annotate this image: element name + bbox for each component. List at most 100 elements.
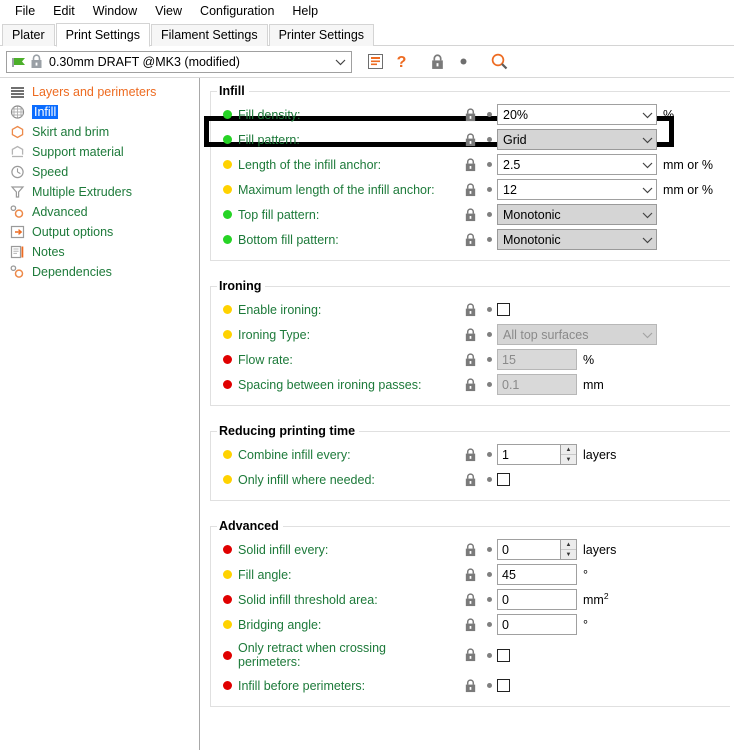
lock-icon[interactable] [459, 542, 481, 557]
system-value-dot-icon[interactable] [481, 452, 497, 457]
spinner-down-icon[interactable]: ▼ [561, 455, 576, 464]
ironing-type-combobox[interactable]: All top surfaces [497, 324, 657, 345]
sidebar-item-notes[interactable]: Notes [0, 242, 199, 262]
menu-item-view[interactable]: View [146, 2, 191, 20]
lock-icon[interactable] [459, 107, 481, 122]
fill-density-combobox[interactable]: 20% [497, 104, 657, 125]
sidebar-item-support-material[interactable]: Support material [0, 142, 199, 162]
combine-infill-every-spinner[interactable]: 1 ▲ ▼ [497, 444, 577, 465]
lock-icon[interactable] [459, 182, 481, 197]
system-value-dot-icon[interactable] [481, 683, 497, 688]
save-preset-icon[interactable] [362, 50, 388, 74]
control-cell: 0 mm2 [497, 589, 609, 610]
system-value-dot-icon[interactable] [481, 137, 497, 142]
lock-icon[interactable] [459, 648, 481, 662]
system-value-dot-icon[interactable] [481, 162, 497, 167]
sidebar-item-layers-and-perimeters[interactable]: Layers and perimeters [0, 82, 199, 102]
system-value-dot-icon[interactable] [481, 112, 497, 117]
system-value-dot-icon[interactable] [481, 307, 497, 312]
lock-compare-icon[interactable] [424, 50, 450, 74]
green-flag-icon [11, 55, 27, 69]
lock-icon[interactable] [459, 232, 481, 247]
lock-icon[interactable] [459, 327, 481, 342]
lock-icon[interactable] [459, 207, 481, 222]
sidebar-item-dependencies[interactable]: Dependencies [0, 262, 199, 282]
top-fill-pattern-combobox[interactable]: Monotonic [497, 204, 657, 225]
system-value-dot-icon[interactable] [481, 652, 497, 658]
system-value-dot-icon[interactable] [481, 622, 497, 627]
tab-print-settings[interactable]: Print Settings [55, 23, 150, 47]
lock-icon[interactable] [459, 302, 481, 317]
lock-icon[interactable] [459, 567, 481, 582]
tab-plater[interactable]: Plater [2, 24, 55, 46]
sidebar-item-speed[interactable]: Speed [0, 162, 199, 182]
only-infill-where-needed-checkbox[interactable] [497, 473, 510, 486]
lock-icon[interactable] [459, 132, 481, 147]
lock-icon[interactable] [459, 472, 481, 487]
max-infill-anchor-length-combobox[interactable]: 12 [497, 179, 657, 200]
system-value-dot-icon[interactable] [481, 572, 497, 577]
system-value-dot-icon[interactable] [481, 212, 497, 217]
spinner-up-icon[interactable]: ▲ [561, 540, 576, 550]
preset-combobox[interactable]: 0.30mm DRAFT @MK3 (modified) [6, 50, 352, 73]
system-value-dot-icon[interactable] [481, 597, 497, 602]
lock-icon[interactable] [459, 592, 481, 607]
system-value-dot-icon[interactable] [481, 477, 497, 482]
lock-icon[interactable] [459, 377, 481, 392]
status-bullet-red [223, 355, 232, 364]
system-value-dot-icon[interactable] [481, 357, 497, 362]
menu-item-configuration[interactable]: Configuration [191, 2, 283, 20]
sidebar-item-skirt-and-brim[interactable]: Skirt and brim [0, 122, 199, 142]
system-value-dot-icon[interactable] [481, 382, 497, 387]
menu-item-help[interactable]: Help [283, 2, 327, 20]
sidebar-item-multiple-extruders[interactable]: Multiple Extruders [0, 182, 199, 202]
field-label: Solid infill every: [238, 542, 329, 557]
sidebar-item-label: Advanced [32, 205, 88, 219]
sidebar-item-advanced[interactable]: Advanced [0, 202, 199, 222]
flow-rate-input[interactable]: 15 [497, 349, 577, 370]
lock-icon[interactable] [459, 617, 481, 632]
fill-angle-input[interactable]: 45 [497, 564, 577, 585]
system-value-dot-icon[interactable] [481, 187, 497, 192]
system-value-dot-icon[interactable] [450, 50, 476, 74]
sidebar-item-label: Output options [32, 225, 114, 239]
field-label: Only retract when crossing perimeters: [238, 641, 386, 669]
spinner-down-icon[interactable]: ▼ [561, 550, 576, 559]
spinner-up-icon[interactable]: ▲ [561, 445, 576, 455]
tab-filament-settings[interactable]: Filament Settings [151, 24, 268, 46]
chevron-down-icon [640, 108, 654, 122]
lock-icon[interactable] [459, 678, 481, 693]
bridging-angle-value: 0 [502, 617, 509, 632]
infill-before-perimeters-checkbox[interactable] [497, 679, 510, 692]
menu-item-file[interactable]: File [6, 2, 44, 20]
solid-infill-threshold-area-input[interactable]: 0 [497, 589, 577, 610]
max-infill-anchor-length-value: 12 [503, 182, 517, 197]
lock-icon[interactable] [459, 447, 481, 462]
sidebar-item-output-options[interactable]: Output options [0, 222, 199, 242]
field-label: Only infill where needed: [238, 472, 375, 487]
chevron-down-icon [640, 208, 654, 222]
lock-icon[interactable] [459, 352, 481, 367]
infill-anchor-length-combobox[interactable]: 2.5 [497, 154, 657, 175]
menu-item-window[interactable]: Window [84, 2, 146, 20]
bridging-angle-input[interactable]: 0 [497, 614, 577, 635]
label-cell: Solid infill every: [211, 543, 459, 557]
only-retract-when-crossing-perimeters-checkbox[interactable] [497, 648, 510, 662]
system-value-dot-icon[interactable] [481, 237, 497, 242]
lock-icon[interactable] [459, 157, 481, 172]
bottom-fill-pattern-combobox[interactable]: Monotonic [497, 229, 657, 250]
tab-printer-settings[interactable]: Printer Settings [268, 24, 375, 46]
search-icon[interactable] [486, 50, 512, 74]
system-value-dot-icon[interactable] [481, 332, 497, 337]
fill-pattern-combobox[interactable]: Grid [497, 129, 657, 150]
menu-item-edit[interactable]: Edit [44, 2, 84, 20]
content-area: Layers and perimeters Infill Skirt and b… [0, 78, 734, 750]
solid-infill-every-spinner[interactable]: 0 ▲ ▼ [497, 539, 577, 560]
ironing-spacing-input[interactable]: 0.1 [497, 374, 577, 395]
question-mark-icon[interactable]: ? [388, 50, 414, 74]
system-value-dot-icon[interactable] [481, 547, 497, 552]
enable-ironing-checkbox[interactable] [497, 303, 510, 316]
group-title-reducing-printing-time: Reducing printing time [219, 424, 356, 438]
sidebar-item-infill[interactable]: Infill [0, 102, 199, 122]
unit-label: layers [583, 447, 617, 462]
